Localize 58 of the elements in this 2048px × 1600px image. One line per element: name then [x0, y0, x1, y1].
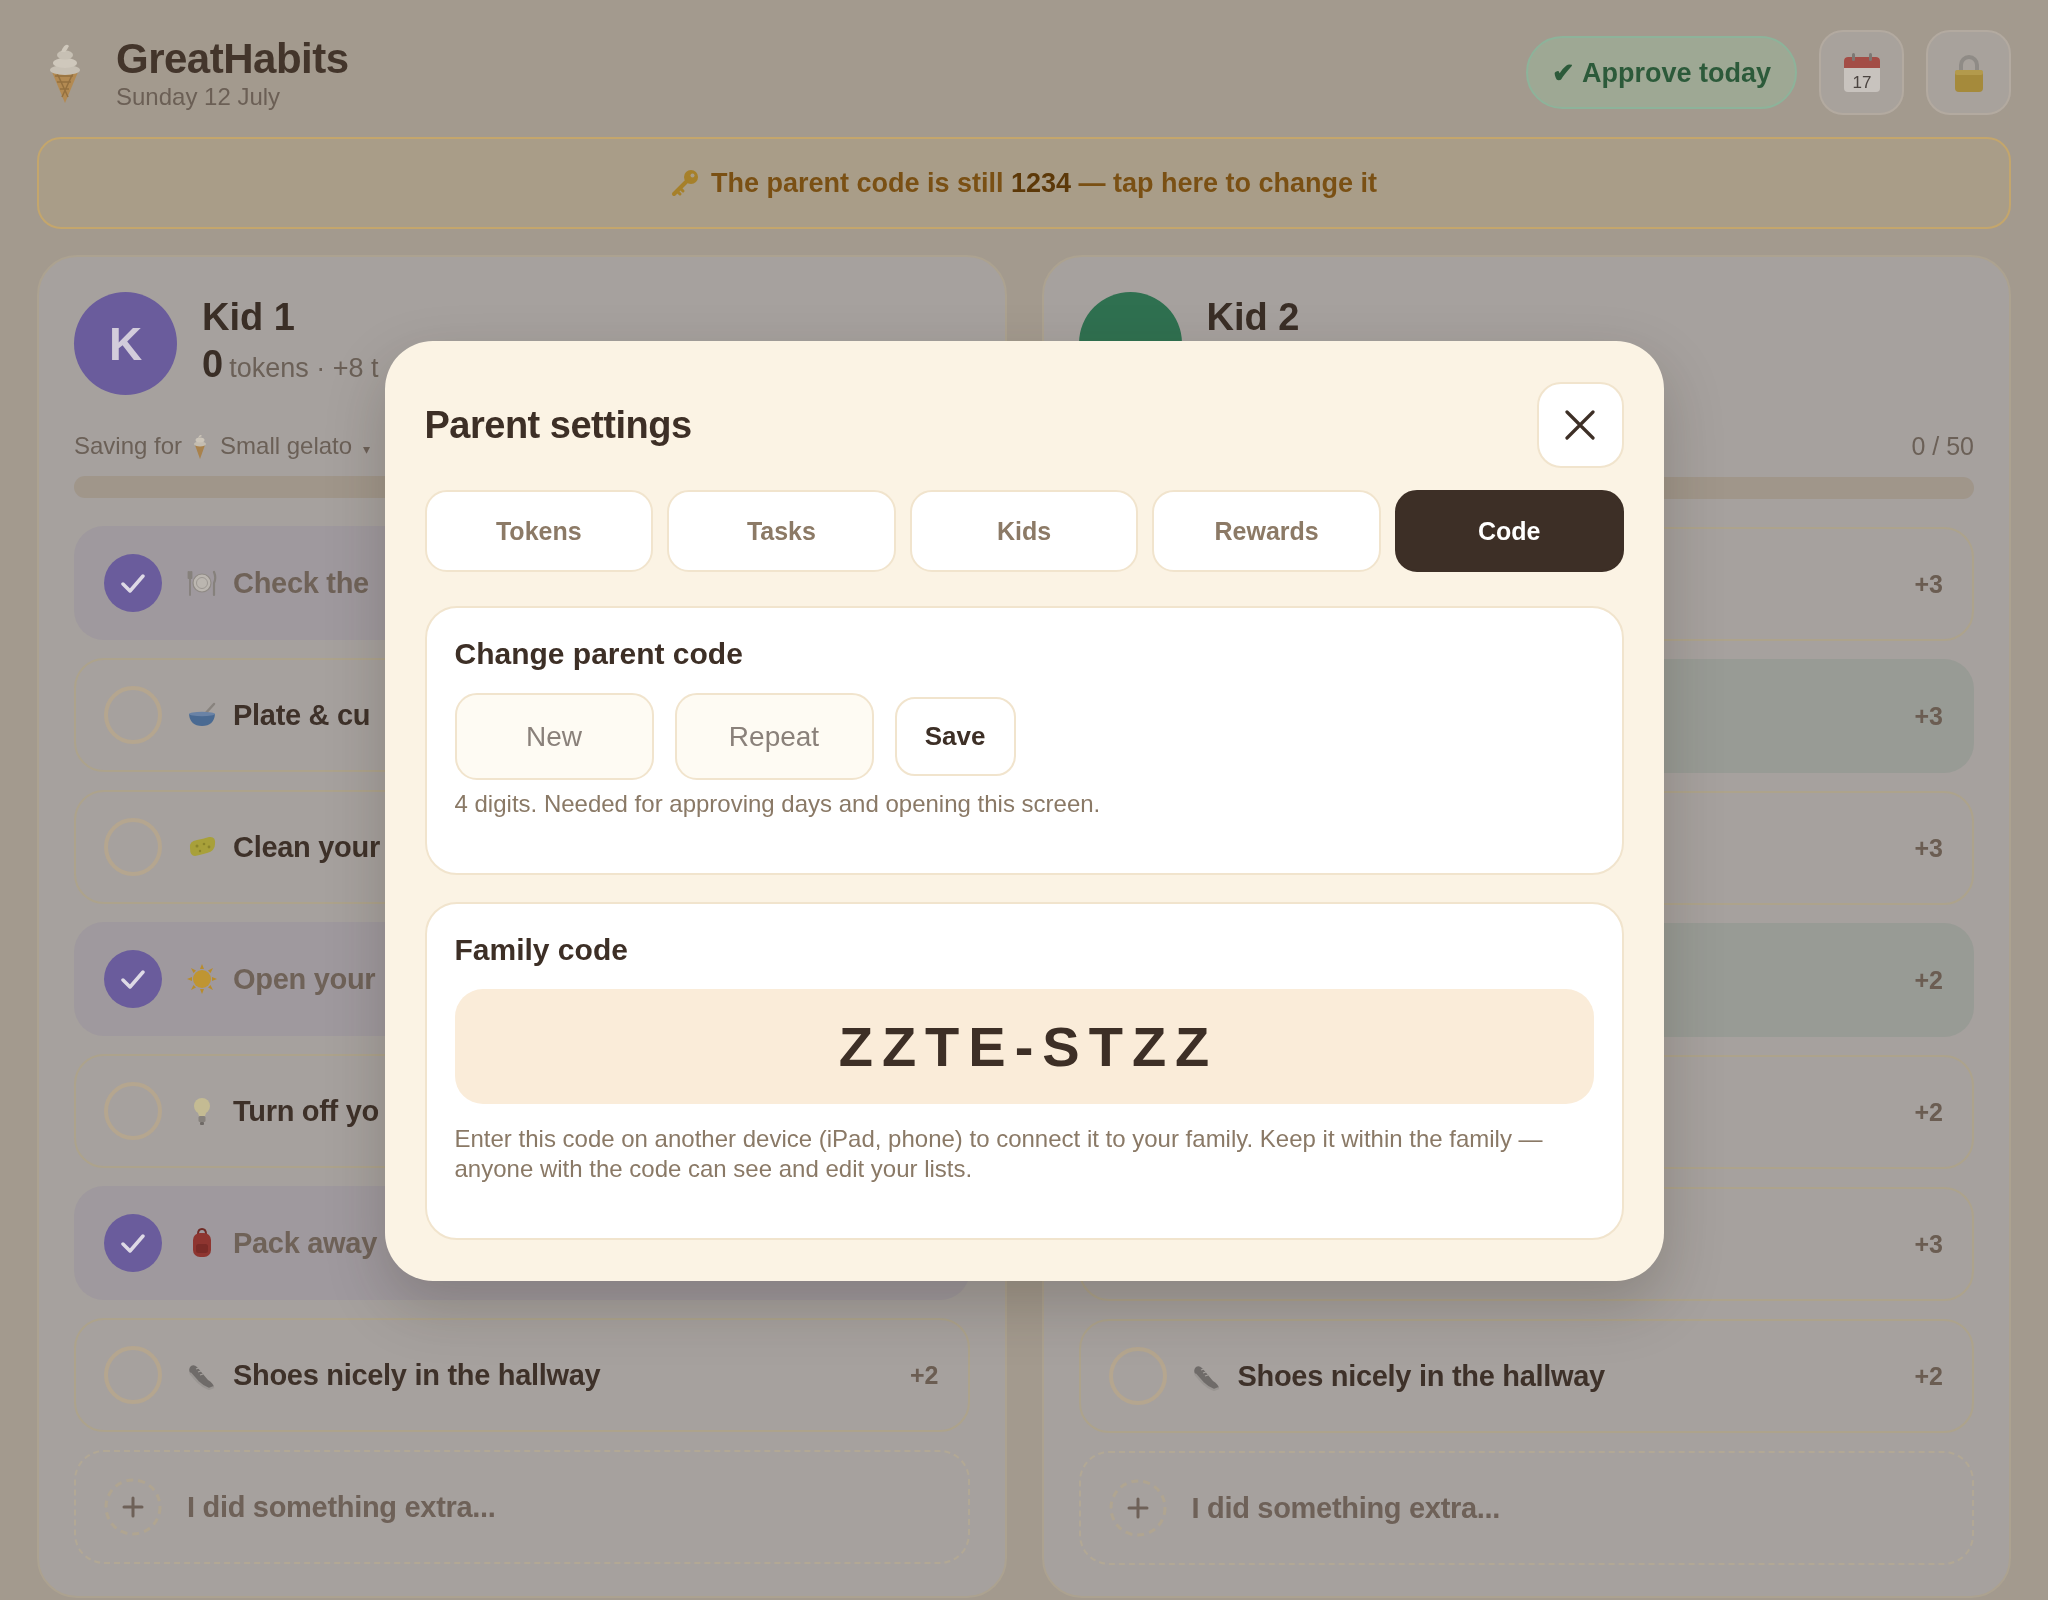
points-text: +2	[1914, 965, 1943, 995]
kid-name: Kid 2	[1206, 298, 1300, 336]
calendar-button[interactable]: 17	[1819, 30, 1904, 115]
tab[interactable]: Tasks	[667, 490, 896, 572]
approve-today-button[interactable]: ✔ Approve today	[1526, 36, 1797, 109]
reward-dropdown[interactable]: Small gelato ▾	[220, 432, 370, 460]
plus-icon	[1108, 1479, 1167, 1537]
family-code-display: ZZTE-STZZ	[454, 989, 1594, 1104]
tokens-text: tokens · +8 t	[229, 352, 379, 385]
kid-name: Kid 1	[202, 298, 296, 336]
task-label: Open your	[233, 962, 376, 996]
task-label: Shoes nicely in the hallway	[233, 1358, 601, 1392]
key-icon	[670, 169, 699, 197]
add-extra-button[interactable]: I did something extra...	[1078, 1451, 1974, 1565]
task-label: Shoes nicely in the hallway	[1237, 1359, 1605, 1393]
kid-avatar: K	[74, 292, 177, 395]
save-button[interactable]: Save	[894, 697, 1016, 776]
repeat-code-field[interactable]: Repeat	[674, 693, 874, 780]
tab[interactable]: Kids	[909, 490, 1139, 572]
ice-cream-icon	[192, 433, 209, 459]
checkmark-icon	[121, 573, 145, 593]
hint-text: 4 digits. Needed for approving days and opening this screen.	[454, 789, 1102, 819]
add-extra-button[interactable]: I did something extra...	[74, 1450, 970, 1564]
progress-reading: 0 / 50	[1911, 432, 1974, 461]
sun-icon	[187, 964, 217, 994]
parent-code-banner[interactable]: The parent code is still 1234 — tap here to change it	[37, 137, 2011, 229]
saving-label: Saving for	[74, 432, 183, 460]
card-title: Change parent code	[454, 636, 744, 672]
padlock-icon	[1952, 52, 1985, 93]
task-label: Check the	[233, 566, 369, 600]
tab[interactable]: Tokens	[424, 490, 654, 572]
points-text: +3	[1914, 701, 1943, 731]
close-button[interactable]	[1536, 382, 1624, 468]
new-code-field[interactable]: New	[454, 693, 654, 780]
checkmark-icon	[121, 969, 145, 989]
tab[interactable]: Code	[1394, 490, 1624, 572]
token-count: 0	[202, 342, 224, 386]
app-title: GreatHabits	[116, 34, 349, 83]
card-title: Family code	[454, 932, 629, 968]
lock-button[interactable]	[1926, 30, 2011, 115]
dialog-title: Parent settings	[424, 403, 692, 447]
points-text: +2	[910, 1360, 939, 1390]
description-text: Enter this code on another device (iPad, phone) to connect it to your family. Keep it within the family — anyone with the code can see and edit your lists.	[454, 1124, 1544, 1184]
task-label: Plate & cu	[233, 698, 371, 732]
close-icon	[1565, 410, 1595, 440]
plate-cutlery-icon	[187, 568, 217, 598]
checkmark-icon	[121, 1233, 145, 1253]
points-text: +3	[1914, 569, 1943, 599]
points-text: +2	[1914, 1361, 1943, 1391]
points-text: +2	[1914, 1097, 1943, 1127]
points-text: +3	[1914, 1229, 1943, 1259]
points-text: +3	[1914, 833, 1943, 863]
task-label: Turn off yo	[233, 1094, 379, 1128]
task-label: Clean your	[233, 830, 380, 864]
date-text: Sunday 12 July	[116, 82, 282, 111]
plus-icon	[104, 1478, 162, 1536]
task-label: Pack away	[233, 1226, 378, 1260]
tab[interactable]: Rewards	[1152, 490, 1381, 572]
